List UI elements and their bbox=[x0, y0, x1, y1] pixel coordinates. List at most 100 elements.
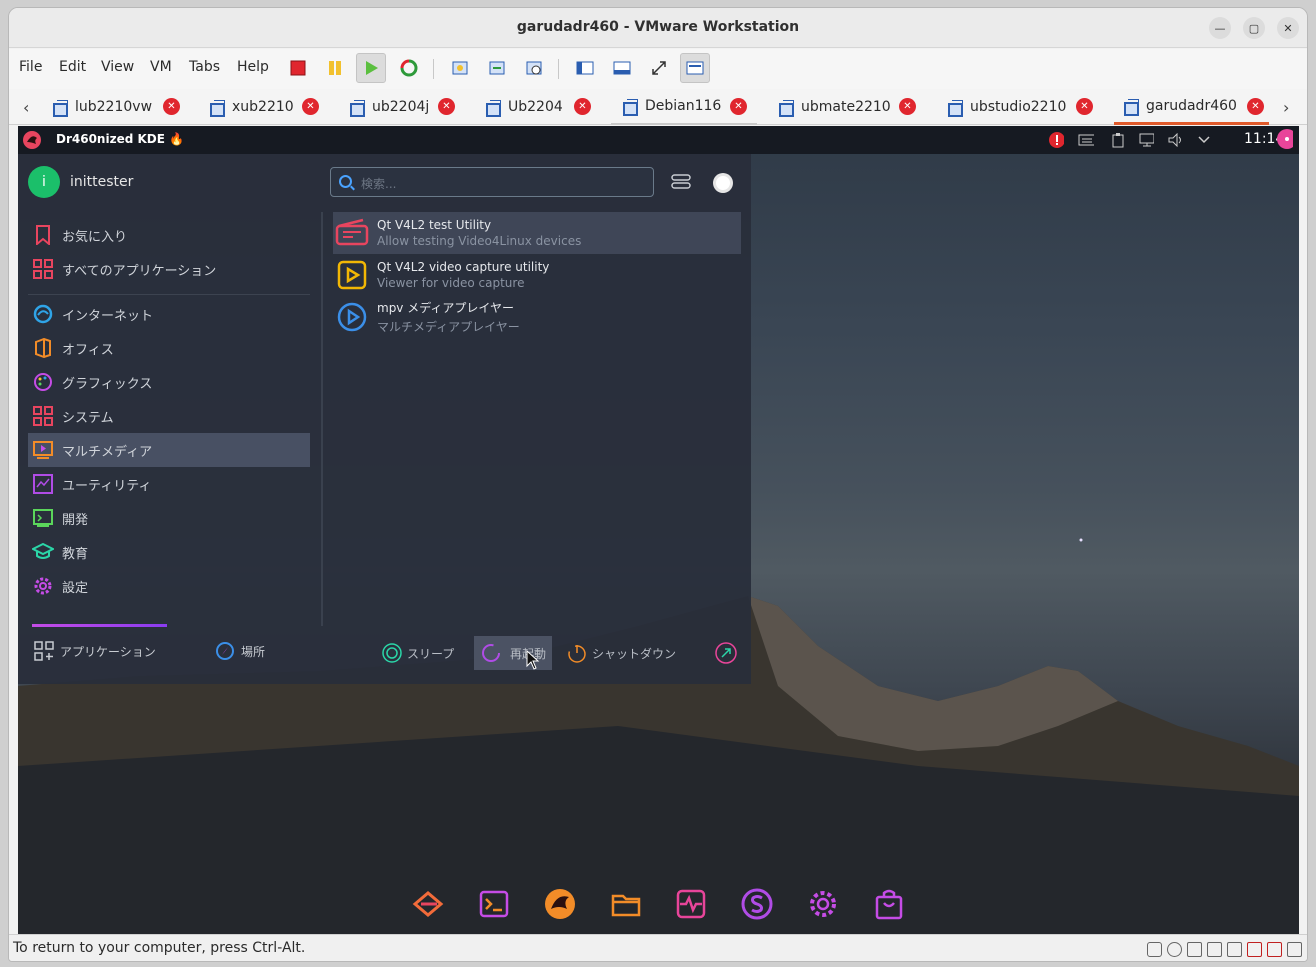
file-manager-icon[interactable] bbox=[608, 886, 644, 922]
message-log-icon[interactable] bbox=[1287, 942, 1302, 957]
kde-top-panel: Dr460nized KDE 🔥 11:14 bbox=[18, 126, 1299, 154]
alert-icon[interactable] bbox=[1048, 131, 1064, 149]
firedragon-browser-icon[interactable] bbox=[542, 886, 578, 922]
app-mpv[interactable]: mpv メディアプレイヤー マルチメディアプレイヤー bbox=[333, 296, 741, 338]
reset-button[interactable] bbox=[394, 53, 424, 83]
network-adapter-icon[interactable] bbox=[1187, 942, 1202, 957]
cd-dvd-icon[interactable] bbox=[1167, 942, 1182, 957]
vm-icon bbox=[779, 100, 794, 117]
applications-tab[interactable]: アプリケーション bbox=[34, 641, 156, 661]
vm-tab-bar: ‹ lub2210vw ✕ xub2210 ✕ ub2204j ✕ Ub2204 ✕ D… bbox=[9, 89, 1307, 125]
search-icon bbox=[339, 175, 352, 188]
avatar: i bbox=[28, 166, 60, 198]
qv4l2-icon bbox=[335, 216, 369, 250]
hard-disk-icon[interactable] bbox=[1147, 942, 1162, 957]
category-multimedia[interactable]: マルチメディア bbox=[28, 433, 310, 467]
system-monitor-icon[interactable] bbox=[673, 886, 709, 922]
category-system[interactable]: システム bbox=[28, 399, 310, 433]
sound-card-icon[interactable] bbox=[1227, 942, 1242, 957]
close-tab-icon[interactable]: ✕ bbox=[899, 98, 916, 115]
settings-gear-icon[interactable] bbox=[805, 886, 841, 922]
category-office[interactable]: オフィス bbox=[28, 331, 310, 365]
display-disconnected-icon[interactable] bbox=[1267, 942, 1282, 957]
menu-help[interactable]: Help bbox=[237, 59, 269, 75]
search-field[interactable]: 検索... bbox=[330, 167, 654, 197]
tab-ub2204[interactable]: Ub2204 ✕ bbox=[486, 89, 606, 125]
restart-icon bbox=[482, 644, 500, 662]
close-tab-icon[interactable]: ✕ bbox=[1247, 98, 1264, 115]
tab-ub2204j[interactable]: ub2204j ✕ bbox=[350, 89, 470, 125]
shutdown-button[interactable]: シャットダウン bbox=[560, 636, 682, 670]
restart-button[interactable]: 再起動 bbox=[474, 636, 553, 670]
pin-toggle-icon[interactable] bbox=[712, 172, 734, 198]
network-icon[interactable] bbox=[1138, 131, 1154, 149]
usb-disconnected-icon[interactable] bbox=[1247, 942, 1262, 957]
maximize-button[interactable]: ▢ bbox=[1243, 17, 1265, 39]
close-tab-icon[interactable]: ✕ bbox=[163, 98, 180, 115]
vm-display[interactable]: Dr460nized KDE 🔥 11:14 i inittester 検索..… bbox=[18, 126, 1299, 934]
category-education[interactable]: 教育 bbox=[28, 535, 310, 569]
store-bag-icon[interactable] bbox=[871, 886, 907, 922]
app-qv4l2[interactable]: Qt V4L2 test Utility Allow testing Video4… bbox=[333, 212, 741, 254]
avatar-icon[interactable] bbox=[1277, 129, 1293, 149]
category-utilities[interactable]: ユーティリティ bbox=[28, 467, 310, 501]
category-graphics[interactable]: グラフィックス bbox=[28, 365, 310, 399]
terminal-icon[interactable] bbox=[476, 886, 512, 922]
tab-ubstudio2210[interactable]: ubstudio2210 ✕ bbox=[948, 89, 1108, 125]
menu-vm[interactable]: VM bbox=[150, 59, 172, 75]
configure-icon[interactable] bbox=[670, 173, 692, 195]
library-view-icon[interactable] bbox=[570, 53, 600, 83]
category-all-apps[interactable]: すべてのアプリケーション bbox=[28, 252, 310, 286]
utilities-icon bbox=[32, 473, 54, 495]
software-center-icon[interactable] bbox=[739, 886, 775, 922]
user-info[interactable]: i inittester bbox=[28, 166, 133, 198]
menu-tabs[interactable]: Tabs bbox=[189, 59, 220, 75]
printer-icon[interactable] bbox=[1207, 942, 1222, 957]
grid-icon bbox=[34, 641, 54, 661]
close-tab-icon[interactable]: ✕ bbox=[574, 98, 591, 115]
leave-button[interactable] bbox=[708, 636, 744, 670]
category-development[interactable]: 開発 bbox=[28, 501, 310, 535]
tab-ubmate2210[interactable]: ubmate2210 ✕ bbox=[779, 89, 919, 125]
close-tab-icon[interactable]: ✕ bbox=[302, 98, 319, 115]
app-qvidcap[interactable]: Qt V4L2 video capture utility Viewer for … bbox=[333, 254, 741, 296]
category-internet[interactable]: インターネット bbox=[28, 297, 310, 331]
tabs-scroll-right[interactable]: › bbox=[1283, 89, 1289, 125]
close-tab-icon[interactable]: ✕ bbox=[438, 98, 455, 115]
menu-view[interactable]: View bbox=[101, 59, 134, 75]
vmware-window: garudadr460 - VMware Workstation — ▢ ✕ F… bbox=[8, 7, 1308, 962]
category-settings[interactable]: 設定 bbox=[28, 569, 310, 603]
tab-garudadr460[interactable]: garudadr460 ✕ bbox=[1114, 89, 1269, 125]
menu-edit[interactable]: Edit bbox=[59, 59, 86, 75]
sleep-button[interactable]: スリープ bbox=[375, 636, 460, 670]
unity-view-icon[interactable] bbox=[680, 53, 710, 83]
menu-file[interactable]: File bbox=[19, 59, 42, 75]
close-button[interactable]: ✕ bbox=[1277, 17, 1299, 39]
keyboard-icon[interactable] bbox=[1078, 131, 1094, 149]
garuda-rocket-icon[interactable] bbox=[410, 886, 446, 922]
tabs-scroll-left[interactable]: ‹ bbox=[23, 89, 29, 125]
thumbnail-bar-icon[interactable] bbox=[607, 53, 637, 83]
garuda-logo-icon[interactable] bbox=[22, 130, 42, 150]
vm-icon bbox=[486, 100, 501, 117]
tab-lub2210vw[interactable]: lub2210vw ✕ bbox=[53, 89, 183, 125]
fullscreen-icon[interactable] bbox=[644, 53, 674, 83]
snapshot-icon[interactable] bbox=[445, 53, 475, 83]
active-tab-indicator bbox=[32, 624, 167, 627]
places-tab[interactable]: 場所 bbox=[215, 641, 265, 661]
power-on-button[interactable] bbox=[356, 53, 386, 83]
volume-icon[interactable] bbox=[1168, 131, 1184, 149]
tab-xub2210[interactable]: xub2210 ✕ bbox=[210, 89, 330, 125]
suspend-button[interactable] bbox=[320, 53, 350, 83]
education-icon bbox=[32, 541, 54, 563]
chevron-down-icon[interactable] bbox=[1196, 131, 1212, 149]
close-tab-icon[interactable]: ✕ bbox=[730, 98, 747, 115]
power-off-button[interactable] bbox=[283, 53, 313, 83]
clipboard-icon[interactable] bbox=[1110, 131, 1126, 149]
tab-debian116[interactable]: Debian116 ✕ bbox=[611, 89, 757, 125]
close-tab-icon[interactable]: ✕ bbox=[1076, 98, 1093, 115]
minimize-button[interactable]: — bbox=[1209, 17, 1231, 39]
snapshot-manager-icon[interactable] bbox=[519, 53, 549, 83]
revert-snapshot-icon[interactable] bbox=[482, 53, 512, 83]
category-favorites[interactable]: お気に入り bbox=[28, 218, 310, 252]
